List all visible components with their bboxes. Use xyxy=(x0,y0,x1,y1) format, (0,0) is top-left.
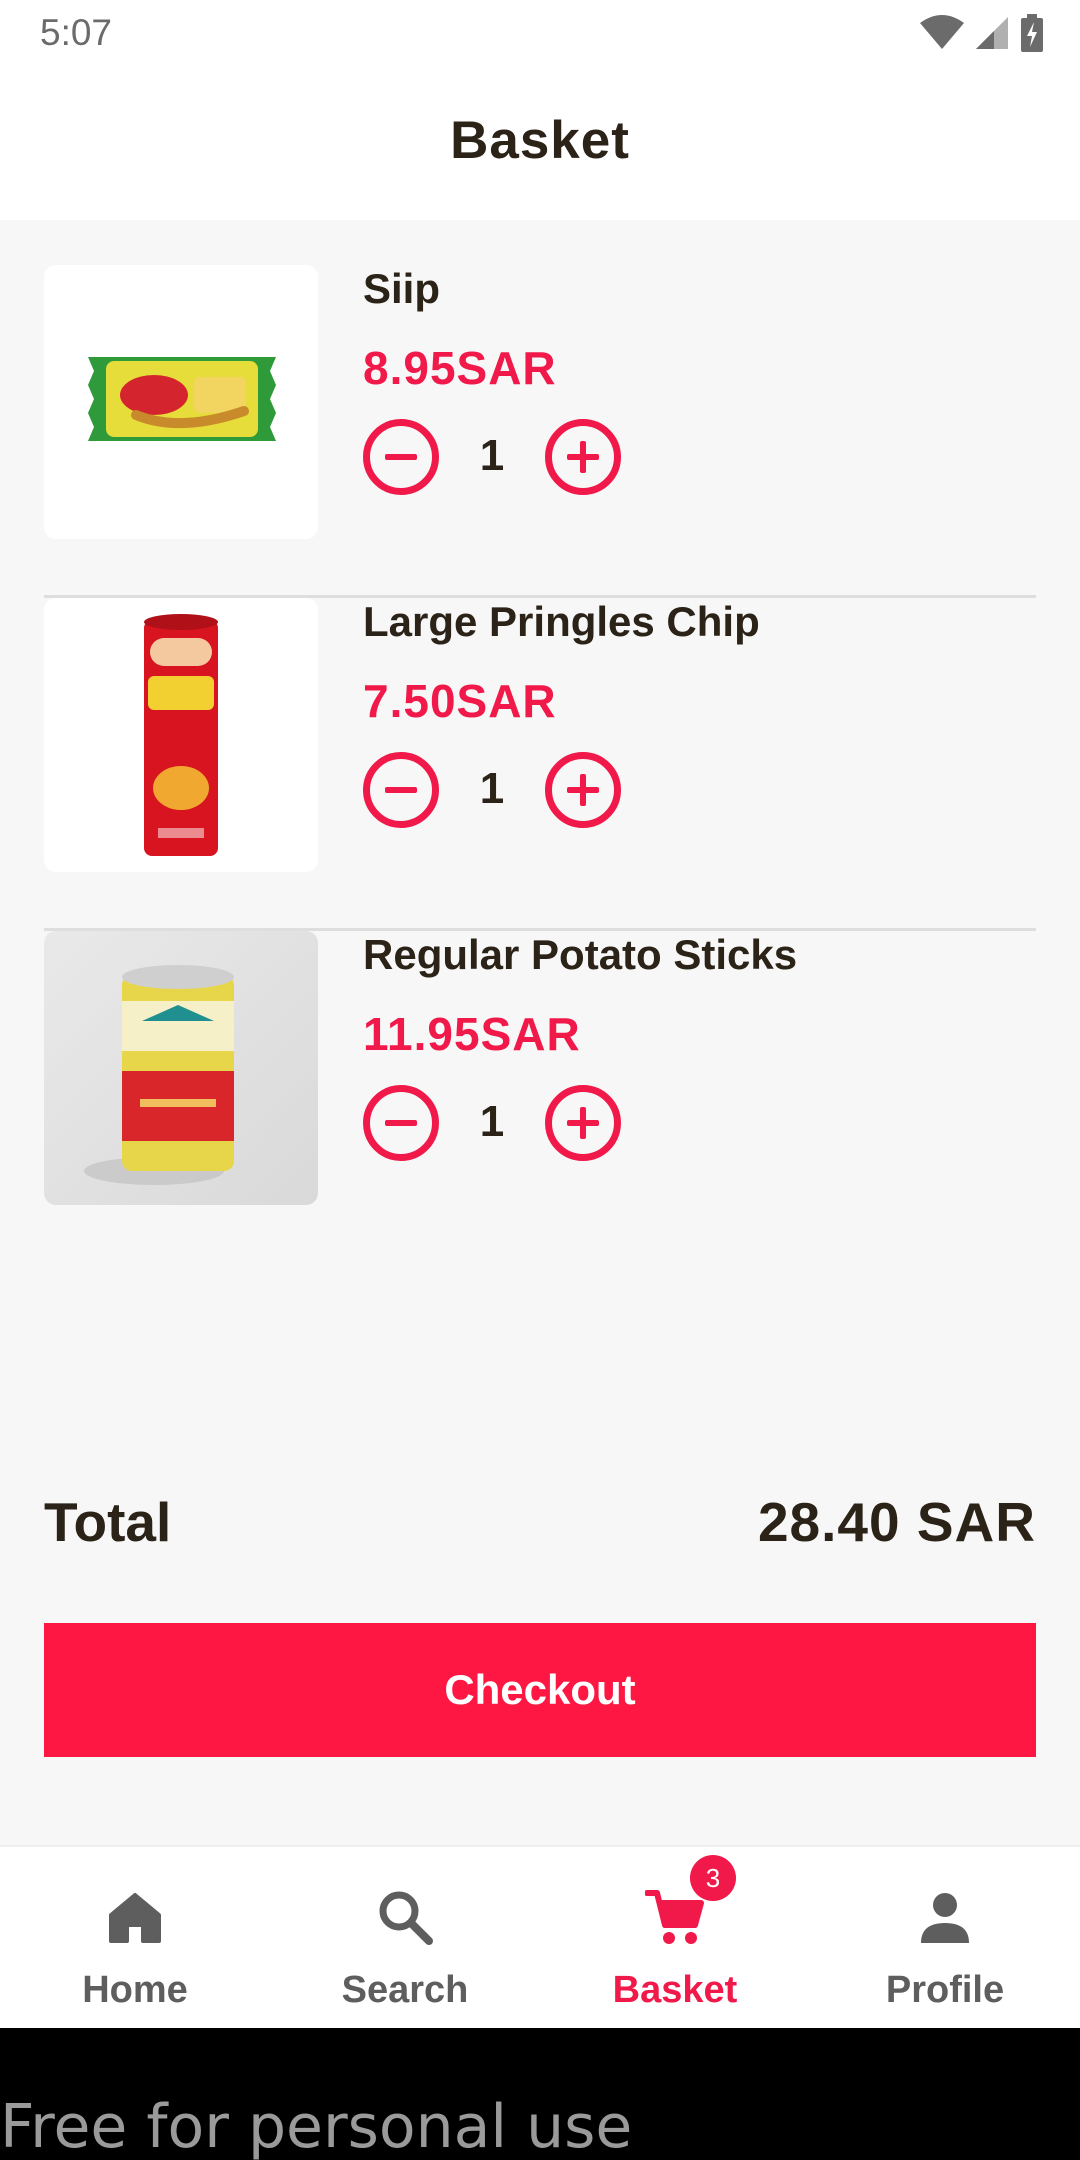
status-time: 5:07 xyxy=(40,12,113,53)
home-icon xyxy=(109,1893,161,1943)
cart-item: Regular Potato Sticks 11.95SAR 1 xyxy=(44,931,1036,1264)
nav-label: Profile xyxy=(885,1969,1005,2011)
increase-quantity-button[interactable] xyxy=(545,752,621,828)
siip-snack-product-image xyxy=(44,265,318,539)
pringles-can-image-art xyxy=(144,614,218,856)
wifi-icon xyxy=(920,15,964,49)
total-value: 28.40 SAR xyxy=(757,1491,1036,1553)
increase-quantity-button[interactable] xyxy=(545,419,621,495)
potato-sticks-can-image-art xyxy=(84,965,234,1185)
quantity-stepper: 1 xyxy=(363,419,623,495)
increase-quantity-button[interactable] xyxy=(545,1085,621,1161)
quantity-stepper: 1 xyxy=(363,1085,623,1161)
bottom-nav: Home Search Basket Profile xyxy=(0,1845,1080,2028)
total-label: Total xyxy=(44,1491,172,1553)
nav-label: Basket xyxy=(612,1969,738,2011)
quantity-value: 1 xyxy=(479,1097,505,1146)
cart-item: Siip 8.95SAR 1 xyxy=(44,265,1036,598)
watermark-text: Free for personal use xyxy=(0,2092,633,2160)
quantity-value: 1 xyxy=(479,431,505,480)
nav-label: Search xyxy=(341,1969,469,2011)
decrease-quantity-button[interactable] xyxy=(363,419,439,495)
decrease-quantity-button[interactable] xyxy=(363,752,439,828)
nav-label: Home xyxy=(82,1969,188,2011)
quantity-value: 1 xyxy=(479,764,505,813)
item-name: Large Pringles Chip xyxy=(363,598,760,645)
app-bar: Basket xyxy=(0,70,1080,220)
pringles-can-product-image xyxy=(44,598,318,872)
cart-icon xyxy=(645,1890,704,1944)
item-price: 11.95SAR xyxy=(363,1008,581,1060)
item-price: 8.95SAR xyxy=(363,342,557,394)
item-name: Regular Potato Sticks xyxy=(363,931,798,978)
cart-count-badge: 3 xyxy=(690,1855,736,1901)
decrease-quantity-button[interactable] xyxy=(363,1085,439,1161)
nav-item-basket[interactable]: Basket xyxy=(540,1847,810,2030)
potato-sticks-can-product-image xyxy=(44,931,318,1205)
status-bar: 5:07 xyxy=(0,0,1080,70)
nav-item-home[interactable]: Home xyxy=(0,1847,270,2030)
battery-charging-icon xyxy=(1021,14,1043,52)
item-price: 7.50SAR xyxy=(363,675,557,727)
minus-icon xyxy=(385,787,417,793)
page-title: Basket xyxy=(450,111,630,170)
person-icon xyxy=(921,1893,969,1943)
status-icons xyxy=(920,14,1044,52)
cart-list: Siip 8.95SAR 1 Large Pringles Chip 7.50S… xyxy=(44,265,1036,1264)
nav-item-profile[interactable]: Profile xyxy=(810,1847,1080,2030)
watermark-bar: Free for personal use xyxy=(0,2028,1080,2160)
minus-icon xyxy=(385,454,417,460)
cart-item: Large Pringles Chip 7.50SAR 1 xyxy=(44,598,1036,931)
nav-item-search[interactable]: Search xyxy=(270,1847,540,2030)
cellular-signal-icon xyxy=(976,17,1008,49)
search-icon xyxy=(379,1891,433,1945)
checkout-button[interactable]: Checkout xyxy=(44,1623,1036,1757)
minus-icon xyxy=(385,1120,417,1126)
siip-snack-image-art xyxy=(88,357,276,441)
quantity-stepper: 1 xyxy=(363,752,623,828)
item-name: Siip xyxy=(363,265,441,312)
